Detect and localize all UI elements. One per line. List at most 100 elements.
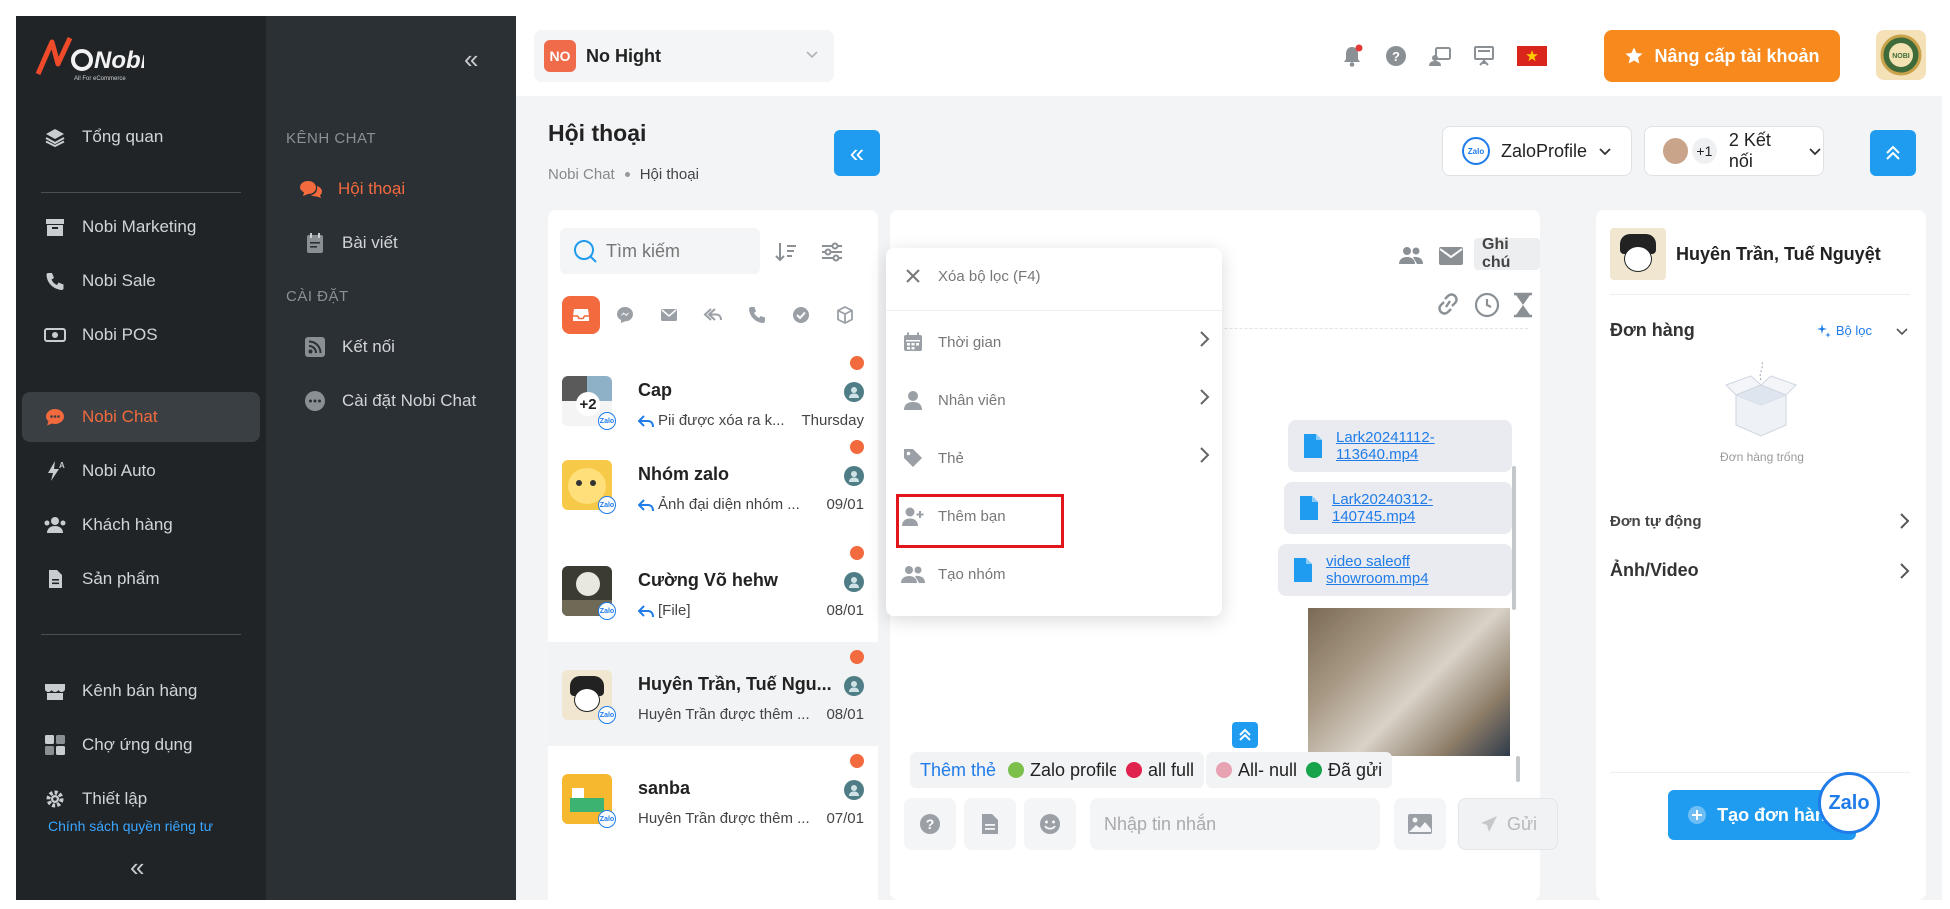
menu-item-time[interactable]: Thời gian (886, 314, 1222, 370)
file-message[interactable]: Lark20241112-113640.mp4 (1288, 420, 1512, 472)
filter-replied-tab[interactable] (694, 296, 732, 334)
menu-item-tag[interactable]: Thẻ (886, 430, 1222, 486)
tag-chip[interactable]: Zalo profile (998, 752, 1130, 788)
add-tag-button[interactable]: Thêm thẻ (910, 752, 1007, 788)
help-icon[interactable]: ? (1382, 42, 1410, 70)
search-input[interactable] (606, 240, 746, 262)
chat-scrollbar[interactable] (1512, 466, 1516, 610)
subnav-item-connections[interactable]: Kết nối (302, 334, 395, 360)
sidebar-item-label: Kênh bán hàng (82, 681, 198, 700)
section-title-chat-channel: KÊNH CHAT (286, 130, 377, 147)
sidebar-item-app-market[interactable]: Chợ ứng dụng (22, 720, 260, 770)
send-button[interactable]: Gửi (1458, 798, 1558, 850)
assignee-avatar-icon (844, 382, 864, 402)
conversation-item[interactable]: Zalo Cường Võ hehw [File] 08/01 (548, 538, 878, 642)
filter-sliders-icon[interactable] (820, 240, 844, 269)
zalo-float-button[interactable]: Zalo (1818, 772, 1880, 834)
sidebar-item-settings[interactable]: Thiết lập (22, 774, 260, 824)
sidebar-collapse-button[interactable]: « (130, 854, 144, 880)
sort-icon[interactable] (774, 240, 798, 269)
post-calendar-icon (302, 230, 328, 256)
filter-box-tab[interactable] (826, 296, 864, 334)
sidebar-item-pos[interactable]: Nobi POS (22, 310, 260, 360)
conversation-item-selected[interactable]: Zalo Huyên Trần, Tuế Ngu... Huyên Trần đ… (548, 642, 878, 746)
shop-selector[interactable]: NO No Hight (534, 30, 834, 82)
channel-select[interactable]: Zalo ZaloProfile (1442, 126, 1632, 176)
orders-filter-button[interactable]: Bộ lọc (1816, 323, 1910, 339)
subnav-item-posts[interactable]: Bài viết (302, 230, 398, 256)
note-button[interactable]: Ghi chú (1474, 236, 1540, 271)
subnav-item-chat-settings[interactable]: Cài đặt Nobi Chat (302, 388, 476, 414)
send-image-button[interactable] (1394, 798, 1446, 850)
file-link[interactable]: Lark20240312-140745.mp4 (1332, 491, 1512, 525)
file-message[interactable]: video saleoff showroom.mp4 (1278, 544, 1512, 596)
orders-section-header: Đơn hàng Bộ lọc (1610, 320, 1910, 341)
quick-reply-button[interactable]: ? (904, 798, 956, 850)
conversation-list-collapse-button[interactable]: « (834, 130, 880, 176)
chat-bubble-icon (42, 404, 68, 430)
lightning-auto-icon: A (42, 458, 68, 484)
phone-call-icon (42, 268, 68, 294)
members-icon[interactable] (1398, 244, 1424, 271)
assignee-avatar-icon (844, 466, 864, 486)
image-message[interactable] (1308, 608, 1510, 756)
sidebar-item-customers[interactable]: Khách hàng (22, 500, 260, 550)
notification-bell-icon[interactable] (1338, 42, 1366, 70)
message-input[interactable]: Nhập tin nhắn (1090, 798, 1380, 850)
sidebar-item-overview[interactable]: Tổng quan (22, 112, 260, 162)
file-message[interactable]: Lark20240312-140745.mp4 (1284, 482, 1512, 534)
subnav-item-label: Bài viết (342, 233, 398, 252)
menu-item-clear-filter[interactable]: Xóa bộ lọc (F4) (886, 248, 1222, 304)
hourglass-icon[interactable] (1512, 292, 1534, 323)
conversation-item[interactable]: Zalo sanba Huyên Trần được thêm ... 07/0… (548, 746, 878, 850)
tag-chip[interactable]: All- null (1206, 752, 1308, 788)
sidebar-item-chat[interactable]: Nobi Chat (22, 392, 260, 442)
screen-share-icon[interactable] (1426, 42, 1454, 70)
media-row[interactable]: Ảnh/Video (1610, 560, 1910, 581)
auto-orders-row[interactable]: Đơn tự động (1610, 512, 1910, 530)
clock-icon[interactable] (1474, 292, 1500, 323)
scroll-to-bottom-button[interactable] (1232, 722, 1258, 748)
sidebar-item-marketing[interactable]: Nobi Marketing (22, 202, 260, 252)
plus-circle-icon (1687, 805, 1707, 825)
subnav-item-conversations[interactable]: Hội thoại (298, 176, 405, 202)
privacy-policy-link[interactable]: Chính sách quyền riêng tư (48, 818, 213, 834)
sidebar-item-label: Nobi Auto (82, 461, 156, 480)
vietnam-flag-icon[interactable] (1516, 42, 1548, 70)
attach-file-button[interactable] (964, 798, 1016, 850)
filter-phone-tab[interactable] (738, 296, 776, 334)
search-box[interactable] (560, 228, 760, 274)
connections-select[interactable]: +1 2 Kết nối (1644, 126, 1824, 176)
sidebar-item-products[interactable]: Sản phẩm (22, 554, 260, 604)
app-grid-icon (42, 732, 68, 758)
tag-chip[interactable]: all full (1116, 752, 1205, 788)
subnav-collapse-button[interactable]: « (464, 46, 478, 72)
user-avatar[interactable]: NOBI (1876, 30, 1926, 80)
tag-chip[interactable]: Đã gửi (1296, 752, 1393, 788)
channel-select-value: ZaloProfile (1501, 140, 1588, 161)
nobi-logo[interactable]: Nobi All For eCommerce (34, 34, 149, 84)
file-link[interactable]: Lark20241112-113640.mp4 (1336, 429, 1512, 463)
sidebar-item-sale[interactable]: Nobi Sale (22, 256, 260, 306)
breadcrumb-root[interactable]: Nobi Chat (548, 166, 615, 183)
filter-done-tab[interactable] (782, 296, 820, 334)
file-link[interactable]: video saleoff showroom.mp4 (1326, 553, 1512, 587)
sidebar-item-sales-channels[interactable]: Kênh bán hàng (22, 666, 260, 716)
filter-inbox-tab[interactable] (562, 296, 600, 334)
link-icon[interactable] (1434, 292, 1462, 321)
mail-icon[interactable] (1438, 246, 1464, 271)
upgrade-account-button[interactable]: Nâng cấp tài khoản (1604, 30, 1840, 82)
tags-scrollbar[interactable] (1516, 756, 1520, 782)
menu-item-staff[interactable]: Nhân viên (886, 372, 1222, 428)
presentation-icon[interactable] (1470, 42, 1498, 70)
filter-messenger-tab[interactable] (606, 296, 644, 334)
filter-email-tab[interactable] (650, 296, 688, 334)
menu-item-create-group[interactable]: Tạo nhóm (886, 546, 1222, 602)
breadcrumb-current: Hội thoại (639, 166, 699, 183)
menu-divider (886, 310, 1222, 311)
emoji-button[interactable] (1024, 798, 1076, 850)
header-expand-button[interactable] (1870, 130, 1916, 176)
conversation-item[interactable]: Zalo Nhóm zalo Ảnh đại diện nhóm ... 09/… (548, 432, 878, 536)
main-sidebar: Nobi All For eCommerce Tổng quan Nobi Ma… (16, 16, 266, 900)
sidebar-item-auto[interactable]: A Nobi Auto (22, 446, 260, 496)
